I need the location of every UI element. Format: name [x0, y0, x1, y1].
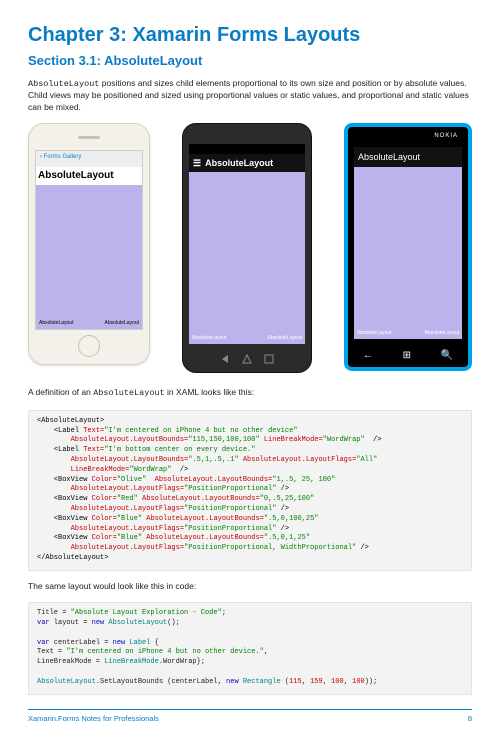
phone-mockups-row: ‹ Forms Gallery AbsoluteLayout AbsoluteL…	[28, 123, 472, 373]
code-caption: The same layout would look like this in …	[28, 581, 472, 592]
wp-label-br: AbsoluteLayout	[425, 330, 459, 336]
footer-divider	[28, 709, 472, 710]
wp-home-icon: ⊞	[403, 350, 411, 361]
chapter-heading: Chapter 3: Xamarin Forms Layouts	[28, 24, 472, 47]
intro-paragraph: AbsoluteLayout AbsoluteLayout positions …	[28, 78, 472, 113]
wp-search-icon: 🔍	[441, 350, 453, 361]
earpiece-icon	[78, 136, 100, 139]
home-button-icon	[78, 335, 100, 357]
wp-label-bl: AbsoluteLayout	[357, 330, 391, 336]
android-label-bl: AbsoluteLayout	[192, 335, 226, 341]
windows-phone-mockup: NOKIA AbsoluteLayout AbsoluteLayout Abso…	[344, 123, 472, 371]
wp-titlebar: AbsoluteLayout	[354, 147, 462, 167]
footer-book-title: Xamarin.Forms Notes for Professionals	[28, 714, 159, 723]
android-recents-icon	[263, 353, 275, 365]
android-titlebar: ☰AbsoluteLayout	[189, 154, 305, 172]
xaml-caption: A definition of an AbsoluteLayout in XAM…	[28, 387, 472, 399]
nokia-brand-label: NOKIA	[434, 133, 458, 139]
iphone-mockup: ‹ Forms Gallery AbsoluteLayout AbsoluteL…	[28, 123, 150, 365]
page-number: 8	[468, 714, 472, 723]
wp-back-icon: ←	[363, 350, 373, 361]
section-heading: Section 3.1: AbsoluteLayout	[28, 53, 472, 68]
xaml-code-block: <AbsoluteLayout> <Label Text="I'm center…	[28, 410, 472, 571]
ios-label-bl: AbsoluteLayout	[39, 320, 73, 326]
android-mockup: ☰AbsoluteLayout AbsoluteLayout AbsoluteL…	[182, 123, 312, 373]
csharp-code-block: Title = "Absolute Layout Exploration - C…	[28, 602, 472, 694]
android-home-icon	[241, 353, 253, 365]
ios-page-title: AbsoluteLayout	[36, 167, 142, 185]
ios-label-br: AbsoluteLayout	[105, 320, 139, 326]
android-label-br: AbsoluteLayout	[268, 335, 302, 341]
ios-nav-bar: ‹ Forms Gallery	[36, 151, 142, 167]
android-back-icon	[219, 353, 231, 365]
